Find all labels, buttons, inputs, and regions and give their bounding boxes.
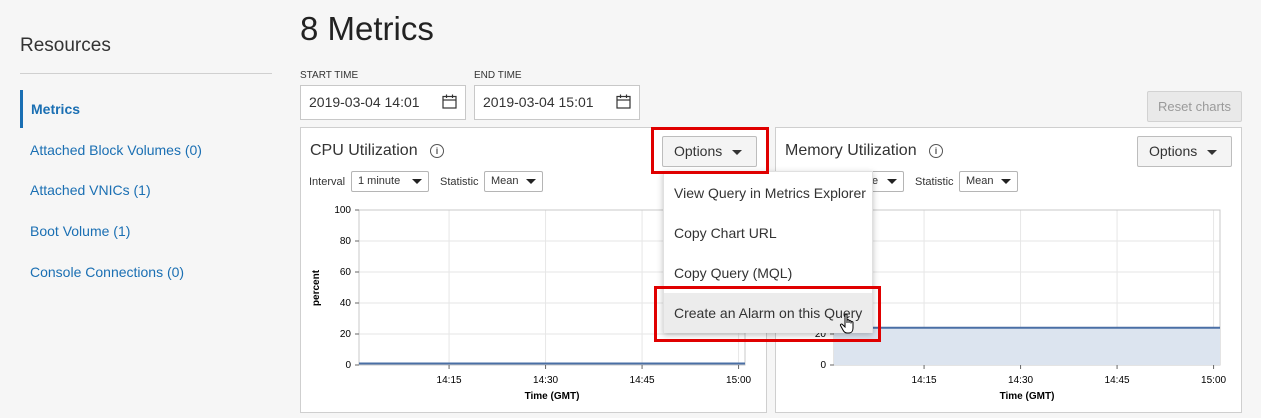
cpu-x-axis-title: Time (GMT)	[525, 391, 580, 402]
memory-y-tick-label: 0	[820, 360, 826, 371]
calendar-icon[interactable]	[442, 94, 457, 109]
sidebar-item-console-connections[interactable]: Console Connections (0)	[20, 253, 270, 291]
menu-item-view-query[interactable]: View Query in Metrics Explorer	[664, 173, 872, 213]
cpu-y-axis-title: percent	[311, 269, 322, 306]
chevron-down-icon	[887, 179, 897, 184]
page-title: 8 Metrics	[300, 10, 434, 47]
chevron-down-icon	[1207, 149, 1218, 155]
memory-x-tick-label: 14:15	[912, 375, 937, 386]
memory-series-area	[834, 327, 1220, 365]
memory-statistic-label: Statistic	[915, 176, 954, 188]
end-time-input[interactable]: 2019-03-04 15:01	[474, 85, 640, 120]
cpu-interval-value: 1 minute	[358, 175, 401, 187]
hand-cursor-icon	[839, 313, 854, 334]
chevron-down-icon	[1001, 179, 1011, 184]
sidebar-item-attached-block-volumes[interactable]: Attached Block Volumes (0)	[20, 131, 270, 169]
sidebar-item-metrics[interactable]: Metrics	[20, 90, 270, 128]
info-icon[interactable]: i	[929, 143, 944, 158]
memory-statistic-select[interactable]: Mean	[959, 171, 1018, 192]
chevron-down-icon	[526, 179, 536, 184]
end-time-value: 2019-03-04 15:01	[483, 94, 594, 110]
memory-panel-title: Memory Utilization i	[785, 142, 944, 160]
chevron-down-icon	[412, 179, 422, 184]
cpu-x-tick-label: 14:30	[533, 375, 558, 386]
calendar-icon[interactable]	[616, 94, 631, 109]
memory-x-axis-title: Time (GMT)	[1000, 391, 1055, 402]
cpu-y-tick-label: 20	[340, 329, 352, 340]
cpu-interval-select[interactable]: 1 minute	[351, 171, 429, 192]
cpu-y-tick-label: 60	[340, 267, 352, 278]
memory-options-button[interactable]: Options	[1137, 136, 1232, 167]
start-time-value: 2019-03-04 14:01	[309, 94, 420, 110]
resources-title: Resources	[20, 35, 111, 56]
menu-item-copy-chart-url[interactable]: Copy Chart URL	[664, 213, 872, 253]
memory-statistic-value: Mean	[966, 175, 994, 187]
cpu-interval-label: Interval	[309, 176, 346, 188]
cpu-y-tick-label: 40	[340, 298, 352, 309]
memory-x-tick-label: 15:00	[1201, 375, 1226, 386]
memory-title-text: Memory Utilization	[785, 142, 917, 159]
sidebar-item-attached-vnics[interactable]: Attached VNICs (1)	[20, 171, 270, 209]
cpu-y-tick-label: 0	[345, 360, 351, 371]
cpu-y-tick-label: 100	[334, 205, 351, 216]
sidebar-item-boot-volume[interactable]: Boot Volume (1)	[20, 212, 270, 250]
start-time-input[interactable]: 2019-03-04 14:01	[300, 85, 466, 120]
cpu-x-tick-label: 14:45	[630, 375, 655, 386]
reset-charts-button[interactable]: Reset charts	[1147, 91, 1242, 122]
start-time-label: START TIME	[300, 70, 359, 81]
highlight-options-button	[651, 127, 769, 174]
sidebar-divider	[20, 73, 272, 74]
cpu-panel-title: CPU Utilization i	[310, 142, 445, 160]
cpu-title-text: CPU Utilization	[310, 142, 418, 159]
memory-options-label: Options	[1149, 143, 1198, 159]
info-icon[interactable]: i	[430, 143, 445, 158]
cpu-x-tick-label: 14:15	[437, 375, 462, 386]
cpu-x-tick-label: 15:00	[726, 375, 751, 386]
end-time-label: END TIME	[474, 70, 522, 81]
cpu-y-tick-label: 80	[340, 236, 352, 247]
cpu-statistic-value: Mean	[491, 175, 519, 187]
cpu-statistic-label: Statistic	[440, 176, 479, 188]
memory-x-tick-label: 14:45	[1105, 375, 1130, 386]
memory-x-tick-label: 14:30	[1008, 375, 1033, 386]
cpu-statistic-select[interactable]: Mean	[484, 171, 543, 192]
